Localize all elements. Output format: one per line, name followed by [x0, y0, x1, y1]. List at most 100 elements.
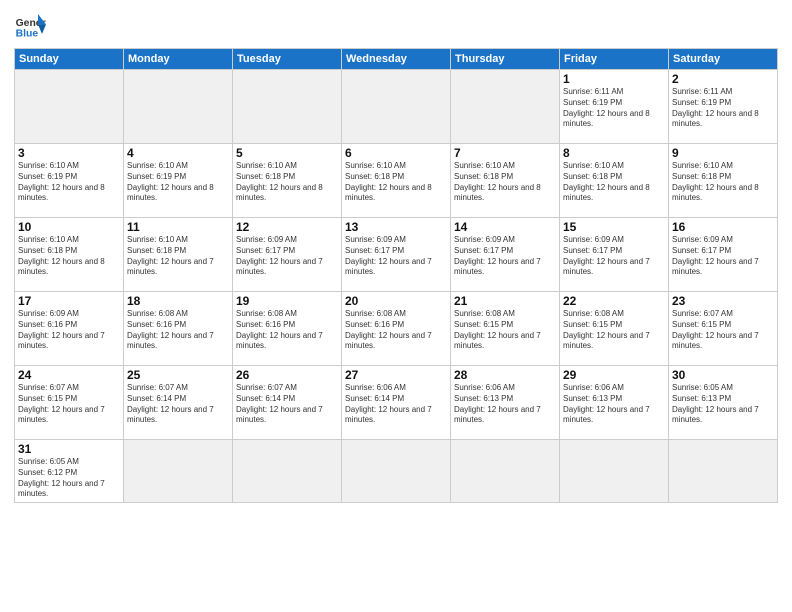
calendar-cell: [560, 440, 669, 503]
calendar-cell: 29Sunrise: 6:06 AM Sunset: 6:13 PM Dayli…: [560, 366, 669, 440]
calendar-week-row: 17Sunrise: 6:09 AM Sunset: 6:16 PM Dayli…: [15, 292, 778, 366]
calendar-cell: [451, 440, 560, 503]
day-number: 14: [454, 220, 556, 234]
day-number: 18: [127, 294, 229, 308]
calendar-week-row: 24Sunrise: 6:07 AM Sunset: 6:15 PM Dayli…: [15, 366, 778, 440]
day-info: Sunrise: 6:08 AM Sunset: 6:16 PM Dayligh…: [127, 309, 229, 352]
calendar-cell: 6Sunrise: 6:10 AM Sunset: 6:18 PM Daylig…: [342, 144, 451, 218]
weekday-header-wednesday: Wednesday: [342, 49, 451, 70]
day-number: 15: [563, 220, 665, 234]
day-info: Sunrise: 6:06 AM Sunset: 6:13 PM Dayligh…: [563, 383, 665, 426]
day-info: Sunrise: 6:07 AM Sunset: 6:15 PM Dayligh…: [672, 309, 774, 352]
calendar-cell: 16Sunrise: 6:09 AM Sunset: 6:17 PM Dayli…: [669, 218, 778, 292]
calendar-week-row: 10Sunrise: 6:10 AM Sunset: 6:18 PM Dayli…: [15, 218, 778, 292]
day-number: 12: [236, 220, 338, 234]
calendar-cell: [233, 70, 342, 144]
weekday-header-tuesday: Tuesday: [233, 49, 342, 70]
calendar-cell: 7Sunrise: 6:10 AM Sunset: 6:18 PM Daylig…: [451, 144, 560, 218]
day-number: 7: [454, 146, 556, 160]
day-number: 17: [18, 294, 120, 308]
day-number: 25: [127, 368, 229, 382]
calendar-cell: 22Sunrise: 6:08 AM Sunset: 6:15 PM Dayli…: [560, 292, 669, 366]
day-number: 21: [454, 294, 556, 308]
day-number: 30: [672, 368, 774, 382]
calendar-cell: 5Sunrise: 6:10 AM Sunset: 6:18 PM Daylig…: [233, 144, 342, 218]
logo: General Blue: [14, 10, 46, 42]
day-number: 22: [563, 294, 665, 308]
day-info: Sunrise: 6:10 AM Sunset: 6:18 PM Dayligh…: [18, 235, 120, 278]
calendar-cell: 26Sunrise: 6:07 AM Sunset: 6:14 PM Dayli…: [233, 366, 342, 440]
calendar-cell: 15Sunrise: 6:09 AM Sunset: 6:17 PM Dayli…: [560, 218, 669, 292]
calendar-cell: [451, 70, 560, 144]
weekday-header-saturday: Saturday: [669, 49, 778, 70]
calendar-cell: [15, 70, 124, 144]
day-number: 19: [236, 294, 338, 308]
day-info: Sunrise: 6:06 AM Sunset: 6:14 PM Dayligh…: [345, 383, 447, 426]
calendar-cell: [124, 70, 233, 144]
day-number: 3: [18, 146, 120, 160]
day-info: Sunrise: 6:08 AM Sunset: 6:16 PM Dayligh…: [345, 309, 447, 352]
day-info: Sunrise: 6:09 AM Sunset: 6:16 PM Dayligh…: [18, 309, 120, 352]
day-number: 5: [236, 146, 338, 160]
day-info: Sunrise: 6:10 AM Sunset: 6:18 PM Dayligh…: [127, 235, 229, 278]
calendar-cell: 13Sunrise: 6:09 AM Sunset: 6:17 PM Dayli…: [342, 218, 451, 292]
weekday-header-sunday: Sunday: [15, 49, 124, 70]
day-number: 24: [18, 368, 120, 382]
calendar-cell: 18Sunrise: 6:08 AM Sunset: 6:16 PM Dayli…: [124, 292, 233, 366]
day-info: Sunrise: 6:07 AM Sunset: 6:14 PM Dayligh…: [127, 383, 229, 426]
day-info: Sunrise: 6:10 AM Sunset: 6:18 PM Dayligh…: [345, 161, 447, 204]
calendar-cell: 2Sunrise: 6:11 AM Sunset: 6:19 PM Daylig…: [669, 70, 778, 144]
calendar-cell: 3Sunrise: 6:10 AM Sunset: 6:19 PM Daylig…: [15, 144, 124, 218]
calendar-cell: 30Sunrise: 6:05 AM Sunset: 6:13 PM Dayli…: [669, 366, 778, 440]
calendar-cell: 9Sunrise: 6:10 AM Sunset: 6:18 PM Daylig…: [669, 144, 778, 218]
day-number: 4: [127, 146, 229, 160]
day-info: Sunrise: 6:08 AM Sunset: 6:16 PM Dayligh…: [236, 309, 338, 352]
day-info: Sunrise: 6:05 AM Sunset: 6:13 PM Dayligh…: [672, 383, 774, 426]
day-info: Sunrise: 6:06 AM Sunset: 6:13 PM Dayligh…: [454, 383, 556, 426]
day-number: 23: [672, 294, 774, 308]
day-info: Sunrise: 6:07 AM Sunset: 6:15 PM Dayligh…: [18, 383, 120, 426]
calendar-cell: 27Sunrise: 6:06 AM Sunset: 6:14 PM Dayli…: [342, 366, 451, 440]
day-info: Sunrise: 6:08 AM Sunset: 6:15 PM Dayligh…: [563, 309, 665, 352]
calendar-cell: 17Sunrise: 6:09 AM Sunset: 6:16 PM Dayli…: [15, 292, 124, 366]
calendar-cell: [342, 440, 451, 503]
day-info: Sunrise: 6:11 AM Sunset: 6:19 PM Dayligh…: [672, 87, 774, 130]
day-info: Sunrise: 6:10 AM Sunset: 6:18 PM Dayligh…: [563, 161, 665, 204]
day-info: Sunrise: 6:09 AM Sunset: 6:17 PM Dayligh…: [563, 235, 665, 278]
day-info: Sunrise: 6:09 AM Sunset: 6:17 PM Dayligh…: [236, 235, 338, 278]
calendar-week-row: 1Sunrise: 6:11 AM Sunset: 6:19 PM Daylig…: [15, 70, 778, 144]
weekday-header-friday: Friday: [560, 49, 669, 70]
day-info: Sunrise: 6:08 AM Sunset: 6:15 PM Dayligh…: [454, 309, 556, 352]
calendar-week-row: 31Sunrise: 6:05 AM Sunset: 6:12 PM Dayli…: [15, 440, 778, 503]
day-number: 28: [454, 368, 556, 382]
calendar-cell: [342, 70, 451, 144]
day-number: 8: [563, 146, 665, 160]
calendar-cell: 24Sunrise: 6:07 AM Sunset: 6:15 PM Dayli…: [15, 366, 124, 440]
day-info: Sunrise: 6:10 AM Sunset: 6:18 PM Dayligh…: [454, 161, 556, 204]
calendar-cell: 10Sunrise: 6:10 AM Sunset: 6:18 PM Dayli…: [15, 218, 124, 292]
calendar-cell: 4Sunrise: 6:10 AM Sunset: 6:19 PM Daylig…: [124, 144, 233, 218]
day-number: 10: [18, 220, 120, 234]
calendar-cell: [669, 440, 778, 503]
day-info: Sunrise: 6:10 AM Sunset: 6:19 PM Dayligh…: [18, 161, 120, 204]
day-number: 20: [345, 294, 447, 308]
calendar-table: SundayMondayTuesdayWednesdayThursdayFrid…: [14, 48, 778, 503]
calendar-week-row: 3Sunrise: 6:10 AM Sunset: 6:19 PM Daylig…: [15, 144, 778, 218]
calendar-cell: 1Sunrise: 6:11 AM Sunset: 6:19 PM Daylig…: [560, 70, 669, 144]
day-info: Sunrise: 6:07 AM Sunset: 6:14 PM Dayligh…: [236, 383, 338, 426]
calendar-cell: 21Sunrise: 6:08 AM Sunset: 6:15 PM Dayli…: [451, 292, 560, 366]
weekday-header-thursday: Thursday: [451, 49, 560, 70]
weekday-header-monday: Monday: [124, 49, 233, 70]
calendar-cell: 14Sunrise: 6:09 AM Sunset: 6:17 PM Dayli…: [451, 218, 560, 292]
calendar-cell: 25Sunrise: 6:07 AM Sunset: 6:14 PM Dayli…: [124, 366, 233, 440]
calendar-cell: 31Sunrise: 6:05 AM Sunset: 6:12 PM Dayli…: [15, 440, 124, 503]
calendar-cell: [233, 440, 342, 503]
day-info: Sunrise: 6:09 AM Sunset: 6:17 PM Dayligh…: [454, 235, 556, 278]
day-info: Sunrise: 6:10 AM Sunset: 6:19 PM Dayligh…: [127, 161, 229, 204]
day-info: Sunrise: 6:09 AM Sunset: 6:17 PM Dayligh…: [345, 235, 447, 278]
day-info: Sunrise: 6:10 AM Sunset: 6:18 PM Dayligh…: [236, 161, 338, 204]
page-header: General Blue: [14, 10, 778, 42]
day-number: 29: [563, 368, 665, 382]
day-number: 13: [345, 220, 447, 234]
calendar-cell: 20Sunrise: 6:08 AM Sunset: 6:16 PM Dayli…: [342, 292, 451, 366]
